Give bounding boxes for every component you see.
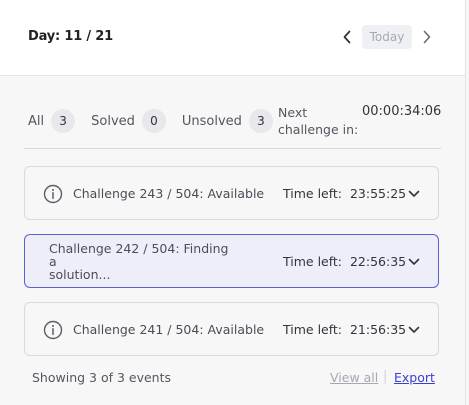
chevron-left-icon <box>343 30 351 44</box>
previous-day-button[interactable] <box>336 25 358 49</box>
challenge-card-243[interactable]: Challenge 243 / 504: Available Time left… <box>24 166 439 220</box>
tab-solved-label: Solved <box>91 113 135 129</box>
next-challenge-label-line1: Next <box>278 105 308 120</box>
next-day-button[interactable] <box>416 25 438 49</box>
tab-solved-count: 0 <box>141 109 166 133</box>
challenge-title: Challenge 242 / 504: Finding a solution.… <box>49 235 239 287</box>
chevron-right-icon <box>423 30 431 44</box>
today-button[interactable]: Today <box>362 25 412 49</box>
chevron-down-icon[interactable] <box>407 255 421 269</box>
challenge-card-241[interactable]: Challenge 241 / 504: Available Time left… <box>24 302 439 356</box>
tab-unsolved-label: Unsolved <box>181 113 242 129</box>
tab-all-label: All <box>28 113 45 129</box>
tab-all-count: 3 <box>51 109 76 133</box>
challenge-time-left: Time left: 22:56:35 <box>283 253 407 269</box>
challenge-title: Challenge 243 / 504: Available <box>73 185 265 201</box>
challenge-title: Challenge 241 / 504: Available <box>73 321 265 337</box>
filter-tabs: All 3 Solved 0 Unsolved 3 <box>28 108 289 134</box>
next-challenge-countdown: 00:00:34:06 <box>362 104 442 119</box>
link-separator: | <box>383 369 388 384</box>
challenge-title-line1: Challenge 242 / 504: Finding a <box>49 240 229 269</box>
divider <box>24 148 441 149</box>
challenge-time-left: Time left: 23:55:25 <box>283 185 407 201</box>
chevron-down-icon[interactable] <box>407 187 421 201</box>
info-icon <box>43 184 63 204</box>
export-link[interactable]: Export <box>394 370 435 385</box>
tab-unsolved[interactable]: Unsolved 3 <box>182 109 289 133</box>
next-challenge-label-line2: challenge in: <box>278 122 359 137</box>
header-bar: Day: 11 / 21 Today <box>0 0 465 76</box>
chevron-down-icon[interactable] <box>407 323 421 337</box>
challenge-card-242[interactable]: Challenge 242 / 504: Finding a solution.… <box>24 234 439 288</box>
events-count-status: Showing 3 of 3 events <box>32 370 172 385</box>
view-all-link[interactable]: View all <box>330 370 378 385</box>
challenge-time-left: Time left: 21:56:35 <box>283 321 407 337</box>
day-label: Day: 11 / 21 <box>28 29 113 44</box>
tab-solved[interactable]: Solved 0 <box>91 109 182 133</box>
tab-unsolved-count: 3 <box>248 109 273 133</box>
next-challenge-label: Next challenge in: <box>278 104 358 138</box>
challenges-panel: Day: 11 / 21 Today All 3 Solved 0 Unsolv… <box>0 0 466 405</box>
info-icon <box>43 320 63 340</box>
tab-all[interactable]: All 3 <box>28 109 91 133</box>
challenge-title-line2: solution... <box>49 266 111 282</box>
